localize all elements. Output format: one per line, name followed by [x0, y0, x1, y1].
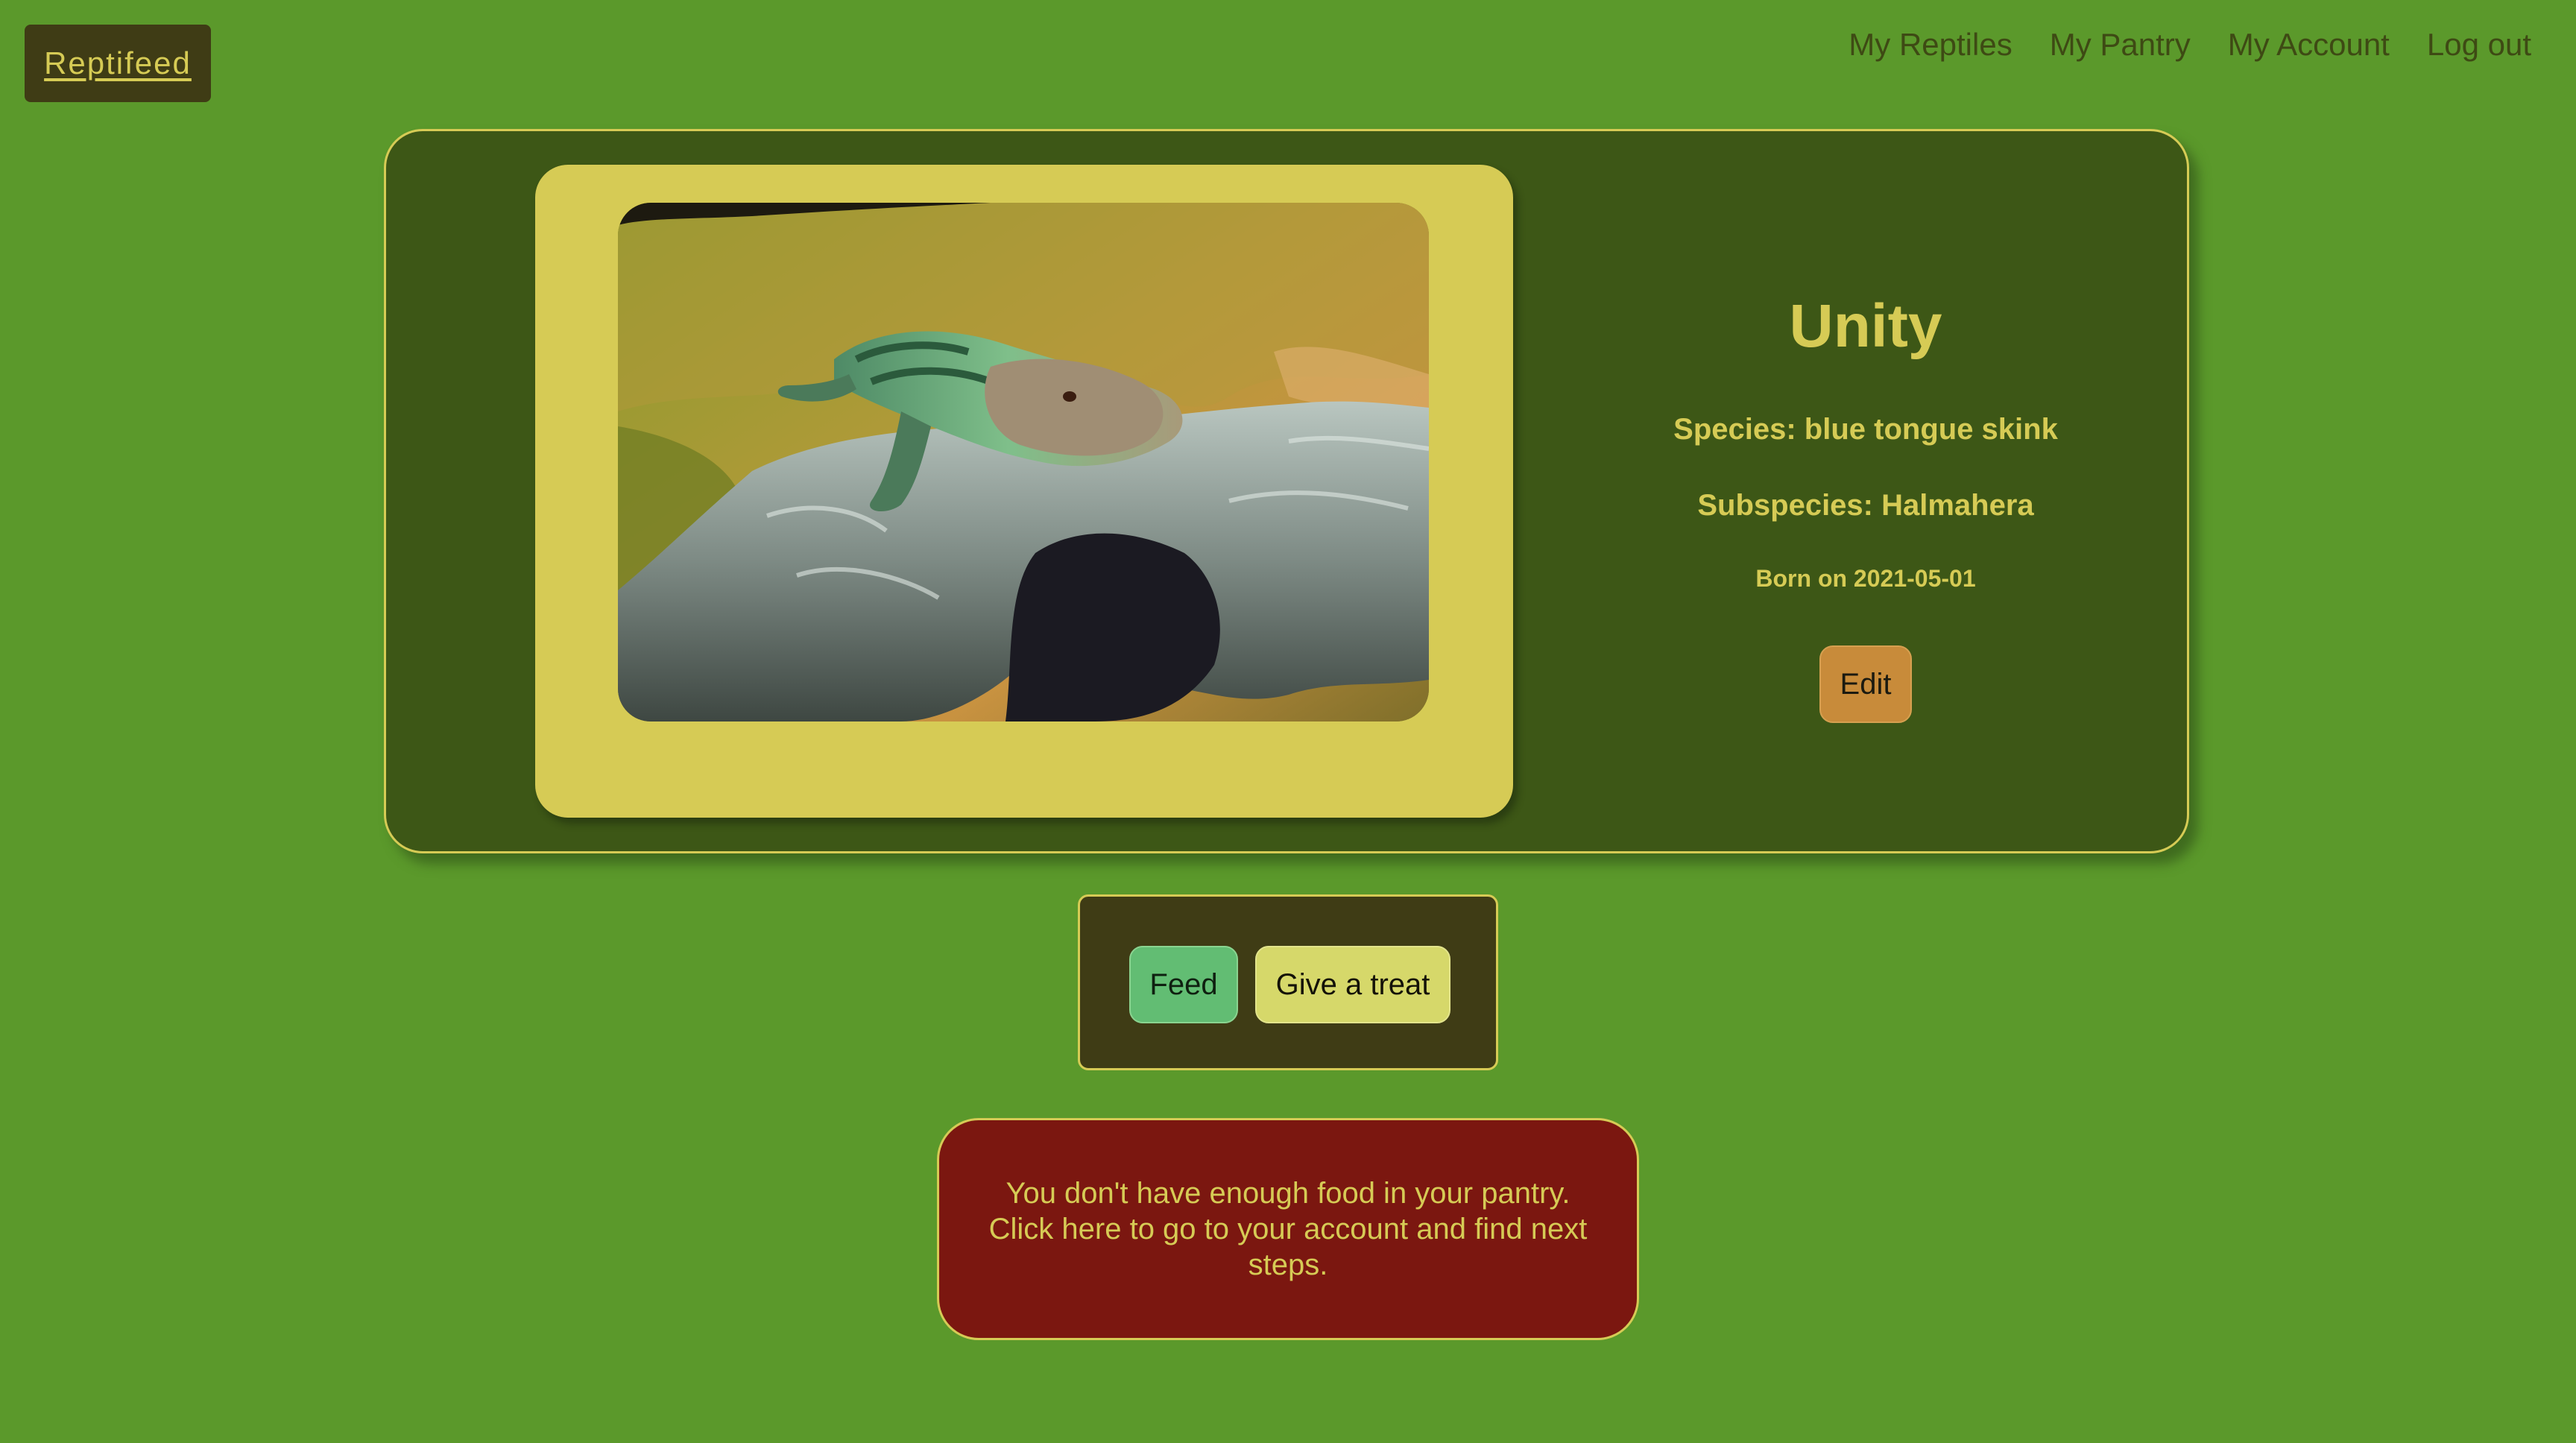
reptile-photo-frame: [535, 165, 1513, 818]
reptile-info: Unity Species: blue tongue skink Subspec…: [1571, 131, 2160, 851]
give-treat-button[interactable]: Give a treat: [1255, 946, 1450, 1023]
brand-logo-link[interactable]: Reptifeed: [25, 25, 211, 102]
edit-button[interactable]: Edit: [1819, 645, 1912, 723]
reptile-name: Unity: [1789, 292, 1942, 360]
reptile-subspecies: Subspecies: Halmahera: [1697, 489, 2034, 522]
reptile-photo: [618, 203, 1429, 722]
main-nav: My Reptiles My Pantry My Account Log out: [1849, 22, 2531, 67]
reptile-profile-card: Unity Species: blue tongue skink Subspec…: [384, 129, 2189, 853]
reptile-species: Species: blue tongue skink: [1673, 413, 2058, 446]
feed-button[interactable]: Feed: [1129, 946, 1238, 1023]
nav-log-out[interactable]: Log out: [2427, 27, 2531, 63]
nav-my-reptiles[interactable]: My Reptiles: [1849, 27, 2012, 63]
nav-my-account[interactable]: My Account: [2228, 27, 2390, 63]
pantry-alert-message: You don't have enough food in your pantr…: [988, 1177, 1588, 1281]
pantry-alert-link[interactable]: You don't have enough food in your pantr…: [937, 1118, 1639, 1340]
feeding-actions: Feed Give a treat: [1078, 894, 1498, 1070]
nav-my-pantry[interactable]: My Pantry: [2050, 27, 2191, 63]
reptile-birthdate: Born on 2021-05-01: [1755, 565, 1976, 592]
